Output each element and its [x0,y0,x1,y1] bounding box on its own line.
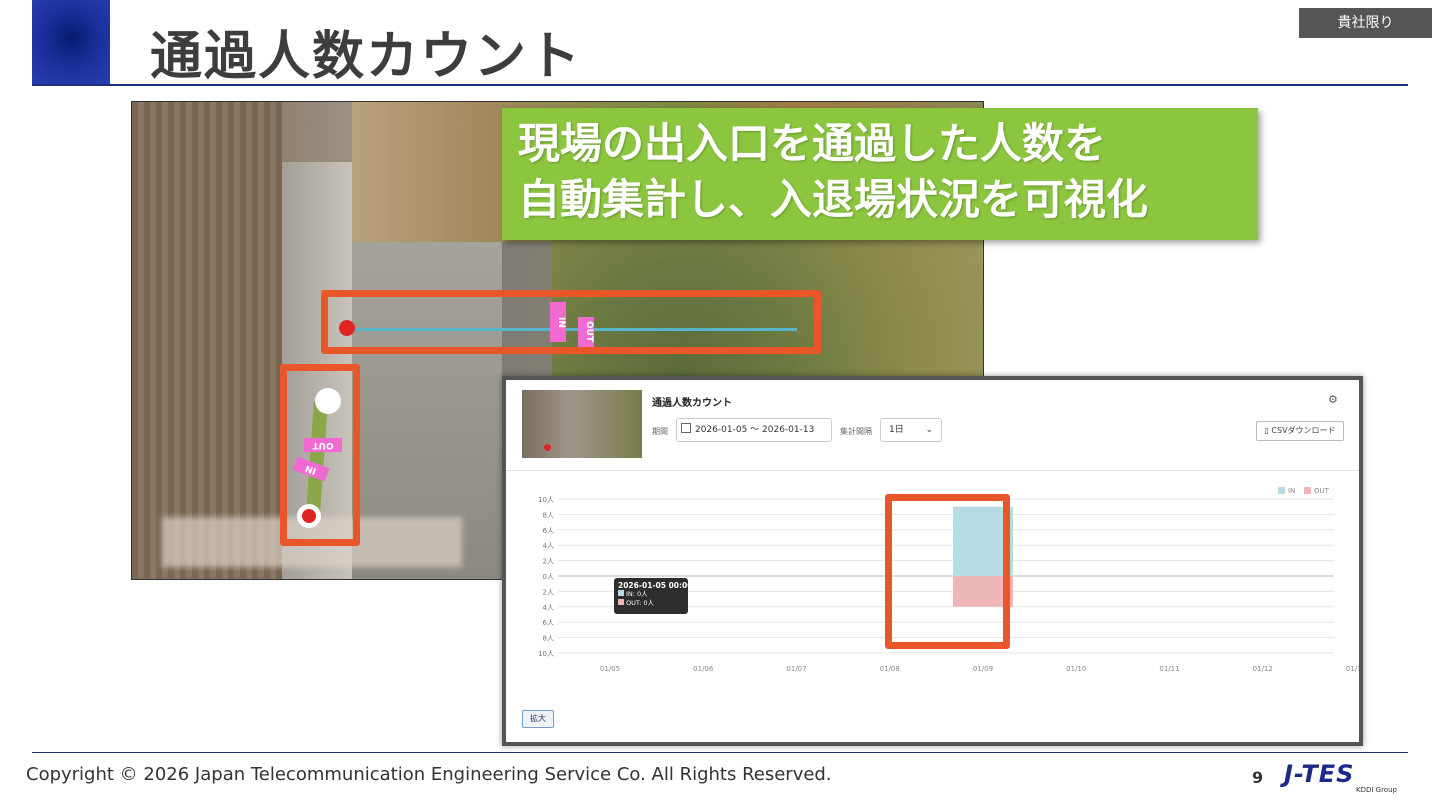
y-tick-label: 6人 [543,527,554,535]
csv-download-button[interactable]: ▯ CSVダウンロード [1256,421,1344,441]
y-tick-label: 6人 [543,619,554,627]
tooltip-title: 2026-01-05 00:00 [618,581,693,590]
highlight-vertical-line [280,364,360,546]
calendar-icon [681,423,691,433]
document-icon: ▯ [1264,426,1269,435]
interval-value: 1日 [889,425,904,435]
tooltip-out-value: OUT: 0人 [626,599,655,607]
callout-line-1: 現場の出入口を通過した人数を [518,119,1107,168]
page-number: 9 [1252,768,1264,787]
legend-label: IN [1288,487,1295,495]
chart-tooltip: 2026-01-05 00:00 IN: 0人 OUT: 0人 [614,578,693,614]
y-tick-label: 8人 [543,511,554,519]
y-tick-label: 10人 [538,650,554,658]
date-range-input[interactable]: 2026-01-05 ～ 2026-01-13 [676,418,832,442]
tooltip-out-row: OUT: 0人 [618,599,684,608]
y-tick-label: 10人 [538,496,554,504]
x-tick-label: 01/06 [693,665,714,673]
app-title: 通過人数カウント [652,398,732,409]
corner-logo-block [32,0,110,85]
y-tick-label: 4人 [543,542,554,550]
period-label: 期間 [652,427,668,436]
feature-callout: 現場の出入口を通過した人数を 自動集計し、入退場状況を可視化 [502,108,1258,240]
in-swatch [618,590,624,596]
tooltip-in-value: IN: 0人 [626,590,648,598]
chevron-down-icon: ⌄ [925,425,933,435]
y-tick-label: 2人 [543,558,554,566]
header-divider [32,84,1408,86]
x-tick-label: 01/10 [1066,665,1086,673]
x-tick-label: 01/11 [1159,665,1179,673]
gear-icon[interactable]: ⚙ [1328,394,1340,406]
zoom-button[interactable]: 拡大 [522,710,554,728]
callout-line-2: 自動集計し、入退場状況を可視化 [518,175,1149,224]
footer-divider [32,752,1408,753]
csv-download-label: CSVダウンロード [1271,426,1336,435]
x-tick-label: 01/08 [880,665,900,673]
out-swatch [618,599,624,605]
legend-swatch [1278,487,1285,494]
interval-select[interactable]: 1日 ⌄ [880,418,942,442]
y-tick-label: 8人 [543,635,554,643]
jtes-logo: J-TES KDDI Group [1284,760,1404,796]
logo-text: J-TES [1284,760,1355,788]
x-tick-label: 01/09 [973,665,993,673]
x-tick-label: 01/13 [1346,665,1359,673]
x-tick-label: 01/12 [1253,665,1273,673]
confidential-badge: 貴社限り [1299,8,1432,38]
thumbnail-marker [544,444,551,451]
camera-thumbnail[interactable] [522,390,642,458]
y-tick-label: 4人 [543,604,554,612]
y-tick-label: 2人 [543,588,554,596]
legend-swatch [1304,487,1311,494]
camera-wall [132,102,282,579]
highlight-counting-line [321,290,821,354]
tooltip-in-row: IN: 0人 [618,590,684,599]
y-tick-label: 0人 [543,573,554,581]
interval-label: 集計間隔 [840,427,872,436]
x-tick-label: 01/07 [786,665,806,673]
date-range-value: 2026-01-05 ～ 2026-01-13 [695,425,815,435]
legend-label: OUT [1314,487,1330,495]
logo-subtext: KDDI Group [1356,786,1397,794]
page-title: 通過人数カウント [150,27,583,87]
x-tick-label: 01/05 [600,665,620,673]
highlight-chart-bar [885,494,1010,649]
app-divider [506,470,1359,471]
copyright-text: Copyright © 2026 Japan Telecommunication… [26,764,832,785]
